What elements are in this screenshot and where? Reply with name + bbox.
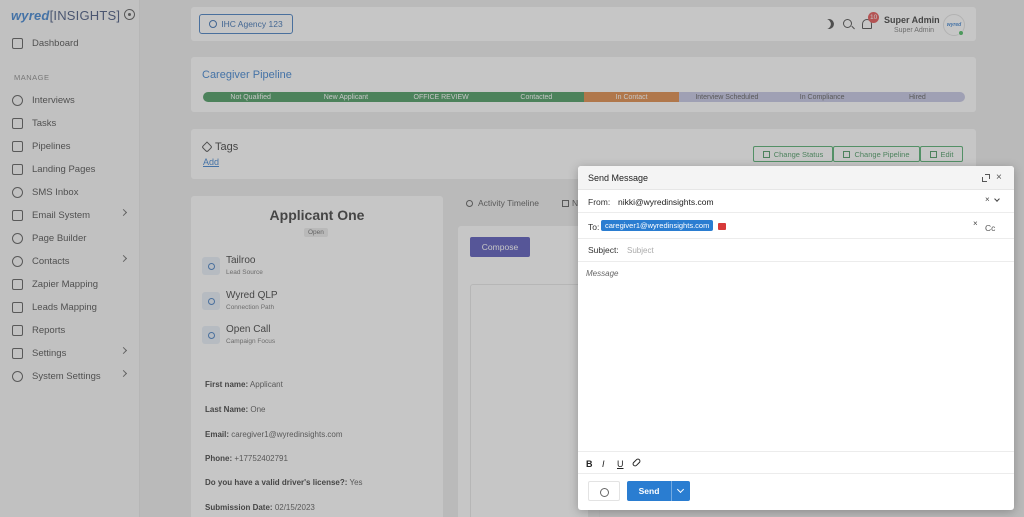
divider <box>578 451 1014 452</box>
modal-header: Send Message × <box>578 166 1014 190</box>
recipient-chip[interactable]: caregiver1@wyredinsights.com <box>601 220 714 231</box>
to-label: To: <box>588 222 600 232</box>
modal-title: Send Message <box>588 173 649 183</box>
bold-button[interactable]: B <box>586 459 593 469</box>
italic-button[interactable]: I <box>602 459 605 469</box>
subject-input[interactable]: Subject <box>627 246 654 255</box>
cc-button[interactable]: Cc <box>985 223 995 233</box>
send-label: Send <box>638 486 660 496</box>
from-label: From: <box>588 197 611 207</box>
send-button[interactable]: Send <box>627 481 690 501</box>
recipient-chip-label: caregiver1@wyredinsights.com <box>605 221 710 230</box>
message-textarea[interactable]: Message <box>586 269 618 278</box>
from-clear-icon[interactable]: × <box>985 195 990 204</box>
template-search-button[interactable] <box>588 481 620 501</box>
chevron-down-icon[interactable] <box>994 196 1000 202</box>
remove-recipient-icon[interactable] <box>718 223 726 230</box>
to-clear-icon[interactable]: × <box>973 219 978 228</box>
expand-icon[interactable] <box>982 174 990 182</box>
subject-label: Subject: <box>588 245 619 255</box>
divider <box>578 238 1014 239</box>
divider <box>578 473 1014 474</box>
close-icon[interactable]: × <box>996 172 1002 183</box>
send-options-dropdown[interactable] <box>671 481 690 501</box>
link-icon[interactable] <box>631 457 642 468</box>
underline-button[interactable]: U <box>617 459 624 469</box>
from-select[interactable]: nikki@wyredinsights.com <box>618 197 714 207</box>
divider <box>578 261 1014 262</box>
divider <box>578 212 1014 213</box>
send-message-modal: Send Message × From: nikki@wyredinsights… <box>578 166 1014 510</box>
